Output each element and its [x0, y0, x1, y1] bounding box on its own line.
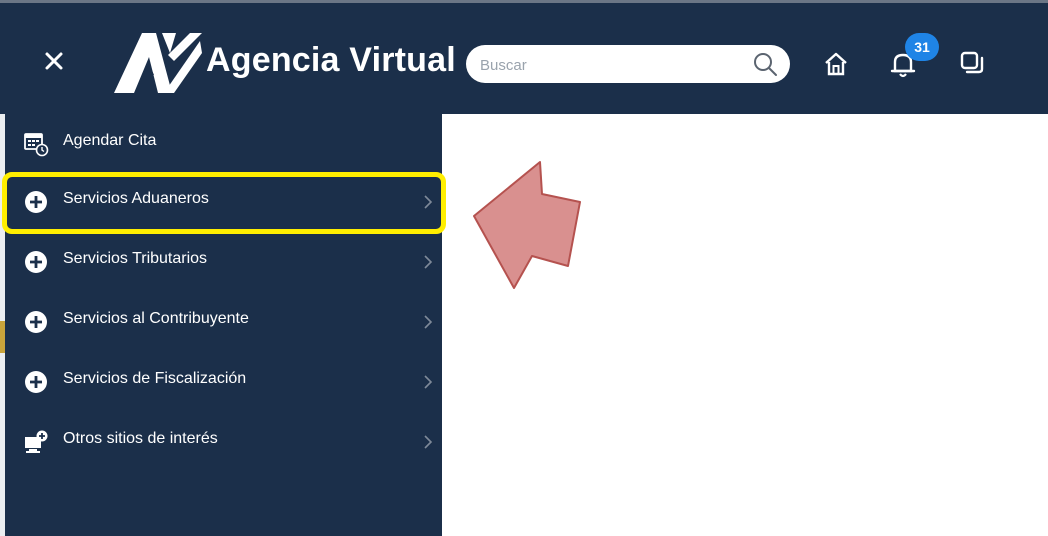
- sidebar-item-label: Servicios Aduaneros: [63, 190, 209, 207]
- close-menu-button[interactable]: [40, 47, 68, 75]
- chevron-right-icon: [424, 195, 433, 209]
- sidebar-item-otros-sitios[interactable]: Otros sitios de interés: [5, 414, 442, 470]
- chevron-right-icon: [424, 435, 433, 449]
- sidebar-item-label: Agendar Cita: [63, 132, 157, 149]
- sidebar-item-label: Servicios Tributarios: [63, 250, 208, 267]
- sidebar-item-servicios-de-fiscalizacion[interactable]: Servicios de Fiscalización: [5, 354, 442, 410]
- sidebar-item-label: Servicios de Fiscalización: [63, 370, 247, 387]
- calendar-clock-icon: [24, 133, 49, 157]
- home-icon[interactable]: [822, 50, 850, 78]
- search-box[interactable]: [466, 45, 790, 85]
- sidebar-item-servicios-aduaneros[interactable]: Servicios Aduaneros: [5, 174, 442, 230]
- plus-circle-icon: [25, 191, 47, 213]
- notification-count-badge: 31: [905, 33, 939, 61]
- plus-circle-icon: [25, 371, 47, 393]
- top-bar: Agencia Virtual 31: [0, 0, 1048, 114]
- search-input[interactable]: [478, 45, 742, 85]
- chevron-right-icon: [424, 315, 433, 329]
- sidebar-item-label: Servicios al Contribuyente: [63, 310, 249, 327]
- chevron-right-icon: [424, 255, 433, 269]
- plus-circle-icon: [25, 311, 47, 333]
- app-title: Agencia Virtual: [206, 41, 456, 79]
- sidebar-item-agendar-cita[interactable]: Agendar Cita: [5, 116, 442, 172]
- sidebar-item-label: Otros sitios de interés: [63, 430, 218, 447]
- pointer-arrow-annotation: [473, 161, 581, 289]
- plus-circle-icon: [25, 251, 47, 273]
- sidebar-item-servicios-tributarios[interactable]: Servicios Tributarios: [5, 234, 442, 290]
- close-icon: [45, 52, 63, 70]
- sidebar-menu: Agendar Cita Servicios Aduaneros Servici…: [5, 114, 442, 536]
- monitor-add-icon: [25, 430, 48, 453]
- chevron-right-icon: [424, 375, 433, 389]
- windows-icon[interactable]: [958, 49, 986, 77]
- search-icon[interactable]: [752, 51, 778, 77]
- sidebar-item-servicios-al-contribuyente[interactable]: Servicios al Contribuyente: [5, 294, 442, 350]
- agencia-virtual-logo: [114, 33, 202, 93]
